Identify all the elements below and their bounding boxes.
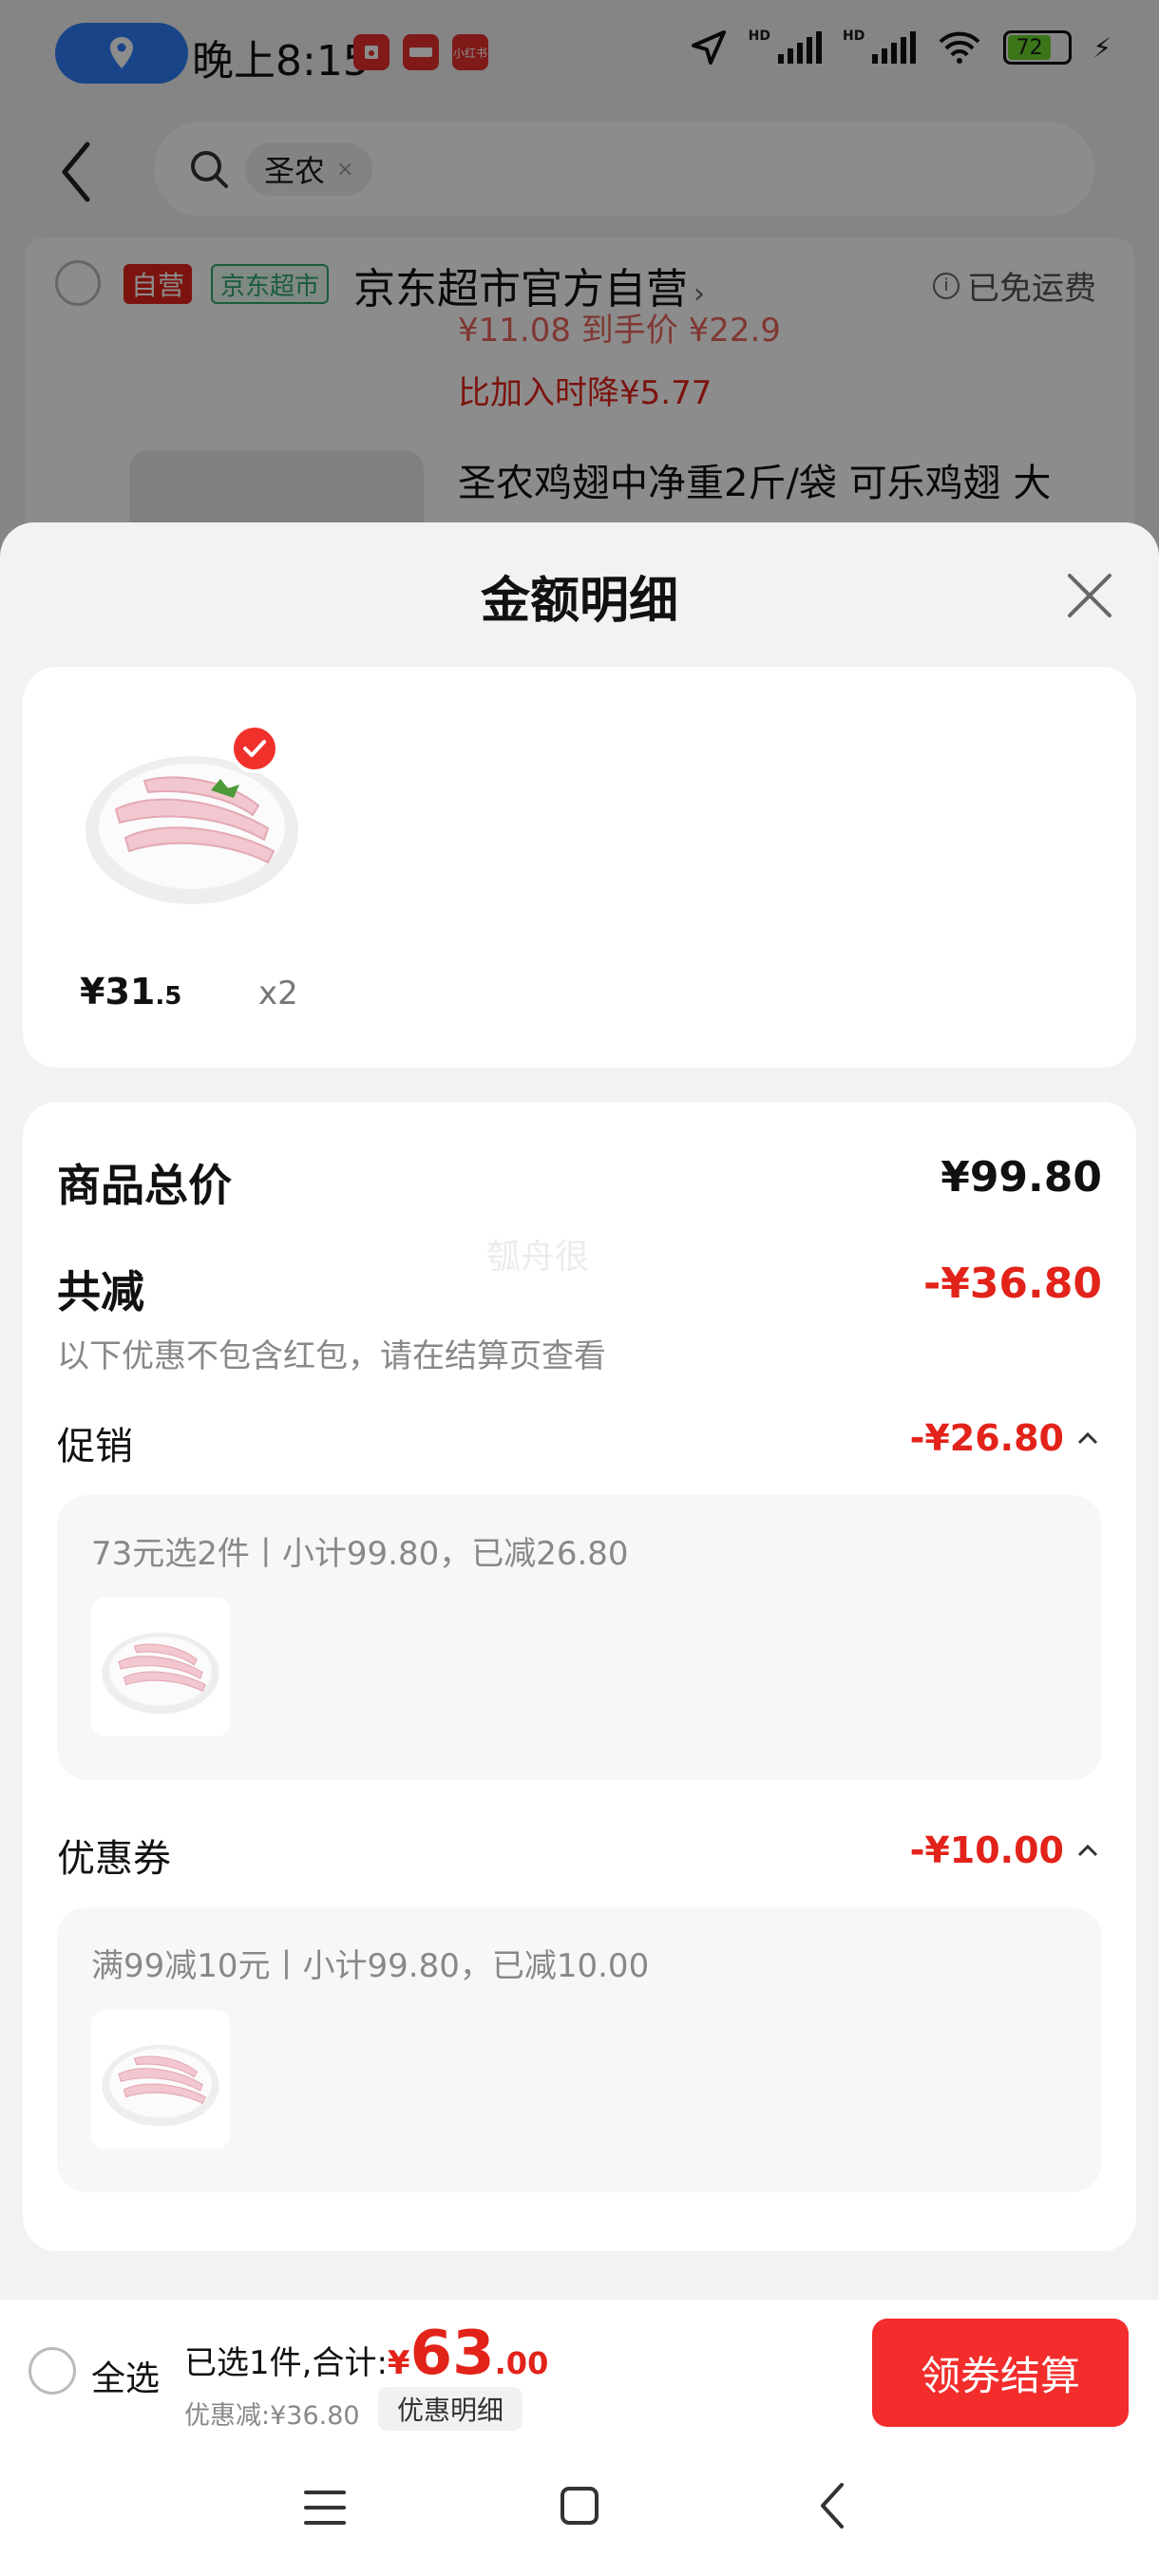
promotion-label: 促销	[57, 1425, 133, 1468]
coupon-description: 满99减10元丨小计99.80，已减10.00	[91, 1947, 650, 1985]
currency-symbol: ¥	[387, 2344, 410, 2382]
item-unit-price: ¥31.5	[80, 971, 182, 1013]
promotion-value: -¥26.80	[909, 1417, 1064, 1459]
total-decimal: .00	[494, 2345, 549, 2381]
total-integer: 63	[409, 2319, 495, 2389]
system-nav-bar	[0, 2441, 1159, 2576]
modal-overlay[interactable]	[0, 0, 1159, 570]
select-all-radio[interactable]	[28, 2347, 76, 2395]
checkout-bar: 全选 已选1件,合计: ¥ 63 .00 优惠减:¥36.80 优惠明细 领券结…	[0, 2299, 1159, 2441]
order-total-summary: 已选1件,合计: ¥ 63 .00	[184, 2319, 548, 2389]
price-breakdown-card: 商品总价 ¥99.80 瓠舟很 共减 -¥36.80 以下优惠不包含红包，请在结…	[23, 1102, 1136, 2251]
background-page: 晚上8:15 小红书 HD HD 72 ⚡ 圣农 × 自营 京东超市 京东超市官方…	[0, 0, 1159, 570]
coupon-label: 优惠券	[57, 1837, 171, 1881]
chevron-up-icon	[1077, 1431, 1098, 1445]
discount-detail-button[interactable]: 优惠明细	[378, 2387, 523, 2431]
promotion-description: 73元选2件丨小计99.80，已减26.80	[91, 1535, 629, 1573]
chicken-feet-product-image	[102, 2044, 219, 2127]
chicken-feet-product-image	[102, 1632, 219, 1714]
watermark: 瓠舟很	[486, 1238, 590, 1277]
promotion-detail-box: 73元选2件丨小计99.80，已减26.80	[57, 1495, 1102, 1780]
total-savings-value: -¥36.80	[922, 1260, 1102, 1308]
item-quantity: x2	[258, 975, 298, 1013]
amount-detail-sheet: 金额明细 ¥31.5 x2 商品总价 ¥99.80 瓠舟很 共减 -¥36.80…	[0, 522, 1159, 2299]
savings-note: 以下优惠不包含红包，请在结算页查看	[57, 1337, 606, 1375]
summary-label: 已选1件,合计:	[184, 2344, 388, 2382]
total-savings-label: 共减	[57, 1266, 144, 1317]
goods-total-label: 商品总价	[57, 1160, 232, 1211]
promotion-toggle[interactable]: -¥26.80	[910, 1417, 1098, 1459]
goods-total-value: ¥99.80	[940, 1153, 1102, 1202]
close-icon[interactable]	[1066, 572, 1113, 619]
coupon-detail-box: 满99减10元丨小计99.80，已减10.00	[57, 1907, 1102, 2192]
coupon-toggle[interactable]: -¥10.00	[910, 1829, 1098, 1871]
coupon-product-thumbnail	[91, 2010, 230, 2149]
back-icon[interactable]	[815, 2479, 849, 2532]
discount-amount: 优惠减:¥36.80	[184, 2401, 360, 2431]
home-icon[interactable]	[559, 2483, 600, 2529]
chevron-up-icon	[1077, 1844, 1098, 1857]
selected-items-card: ¥31.5 x2	[23, 667, 1136, 1068]
promotion-product-thumbnail	[91, 1598, 230, 1736]
select-all-label[interactable]: 全选	[91, 2351, 160, 2400]
menu-icon[interactable]	[302, 2487, 348, 2529]
checked-icon[interactable]	[230, 724, 279, 773]
sheet-title: 金额明细	[480, 573, 678, 630]
coupon-value: -¥10.00	[909, 1829, 1064, 1871]
checkout-button[interactable]: 领券结算	[872, 2319, 1129, 2427]
